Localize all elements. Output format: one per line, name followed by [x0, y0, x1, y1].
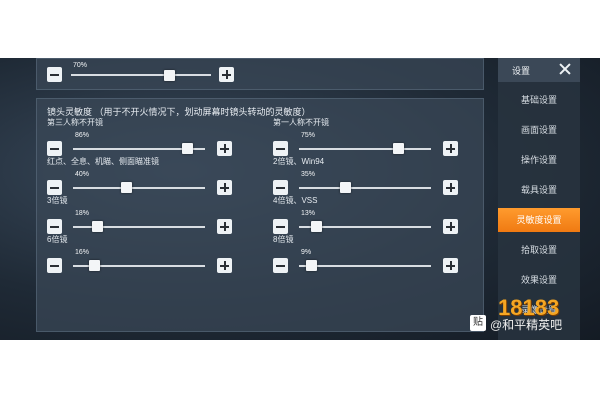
- sidebar-header: 设置: [498, 58, 580, 82]
- slider-8-plus-button[interactable]: [443, 258, 458, 273]
- slider-2-thumb[interactable]: [393, 143, 404, 154]
- slider-2-track[interactable]: [299, 148, 431, 150]
- top-slider-minus-button[interactable]: [47, 67, 62, 82]
- watermark-caption: @和平精英吧: [490, 318, 563, 332]
- slider-7-minus-button[interactable]: [47, 258, 62, 273]
- slider-8-label: 8倍镜: [273, 235, 294, 244]
- slider-6-minus-button[interactable]: [273, 219, 288, 234]
- slider-5-value: 18%: [75, 210, 90, 217]
- sidebar-item-graphics[interactable]: 画面设置: [498, 118, 580, 142]
- slider-6-thumb[interactable]: [311, 221, 323, 232]
- slider-7-thumb[interactable]: [89, 260, 101, 271]
- sidebar-item-controls[interactable]: 操作设置: [498, 148, 580, 172]
- slider-3-track[interactable]: [73, 187, 205, 189]
- slider-5-minus-button[interactable]: [47, 219, 62, 234]
- top-slider-value: 70%: [73, 62, 88, 69]
- slider-4-track[interactable]: [299, 187, 431, 189]
- slider-5-label: 3倍镜: [47, 196, 68, 205]
- slider-2-plus-button[interactable]: [443, 141, 458, 156]
- slider-5-plus-button[interactable]: [217, 219, 232, 234]
- sidebar-item-pickup[interactable]: 拾取设置: [498, 238, 580, 262]
- slider-1-plus-button[interactable]: [217, 141, 232, 156]
- slider-2-minus-button[interactable]: [273, 141, 288, 156]
- slider-4-label: 2倍镜、Win94: [273, 157, 325, 166]
- slider-8-minus-button[interactable]: [273, 258, 288, 273]
- slider-2-label: 第一人称不开镜: [273, 118, 329, 127]
- slider-7-label: 6倍镜: [47, 235, 68, 244]
- slider-1-value: 86%: [75, 132, 90, 139]
- top-slider-track[interactable]: [71, 74, 211, 76]
- slider-1-minus-button[interactable]: [47, 141, 62, 156]
- sidebar-title: 设置: [512, 66, 531, 76]
- close-icon[interactable]: [558, 62, 572, 76]
- sidebar-item-vehicle[interactable]: 载具设置: [498, 178, 580, 202]
- slider-1-label: 第三人称不开镜: [47, 118, 103, 127]
- slider-8-track[interactable]: [299, 265, 431, 267]
- sidebar-item-effects[interactable]: 效果设置: [498, 268, 580, 292]
- slider-3-plus-button[interactable]: [217, 180, 232, 195]
- slider-8-thumb[interactable]: [305, 260, 317, 271]
- slider-3-minus-button[interactable]: [47, 180, 62, 195]
- slider-7-plus-button[interactable]: [217, 258, 232, 273]
- slider-3-thumb[interactable]: [120, 182, 132, 193]
- slider-4-thumb[interactable]: [340, 182, 352, 193]
- sidebar-item-basic[interactable]: 基础设置: [498, 88, 580, 112]
- slider-4-value: 35%: [301, 171, 316, 178]
- slider-4-minus-button[interactable]: [273, 180, 288, 195]
- slider-3-value: 40%: [75, 171, 90, 178]
- camera-sensitivity-panel: 镜头灵敏度 （用于不开火情况下，划动屏幕时镜头转动的灵敏度） 第三人称不开镜 86…: [36, 98, 484, 332]
- slider-6-value: 13%: [301, 210, 316, 217]
- slider-6-plus-button[interactable]: [443, 219, 458, 234]
- top-slider-panel: 70%: [36, 58, 484, 90]
- top-slider-thumb[interactable]: [164, 70, 175, 81]
- slider-5-thumb[interactable]: [91, 221, 103, 232]
- watermark-badge: 贴: [470, 315, 486, 331]
- slider-4-plus-button[interactable]: [443, 180, 458, 195]
- slider-2-value: 75%: [301, 132, 316, 139]
- slider-7-value: 16%: [75, 249, 90, 256]
- slider-8-value: 9%: [301, 249, 312, 256]
- sidebar-item-sensitivity[interactable]: 灵敏度设置: [498, 208, 580, 232]
- top-slider-plus-button[interactable]: [219, 67, 234, 82]
- slider-1-thumb[interactable]: [181, 143, 193, 154]
- slider-3-label: 红点、全息、机瞄、侧面瞄准镜: [47, 157, 159, 166]
- slider-6-label: 4倍镜、VSS: [273, 196, 318, 205]
